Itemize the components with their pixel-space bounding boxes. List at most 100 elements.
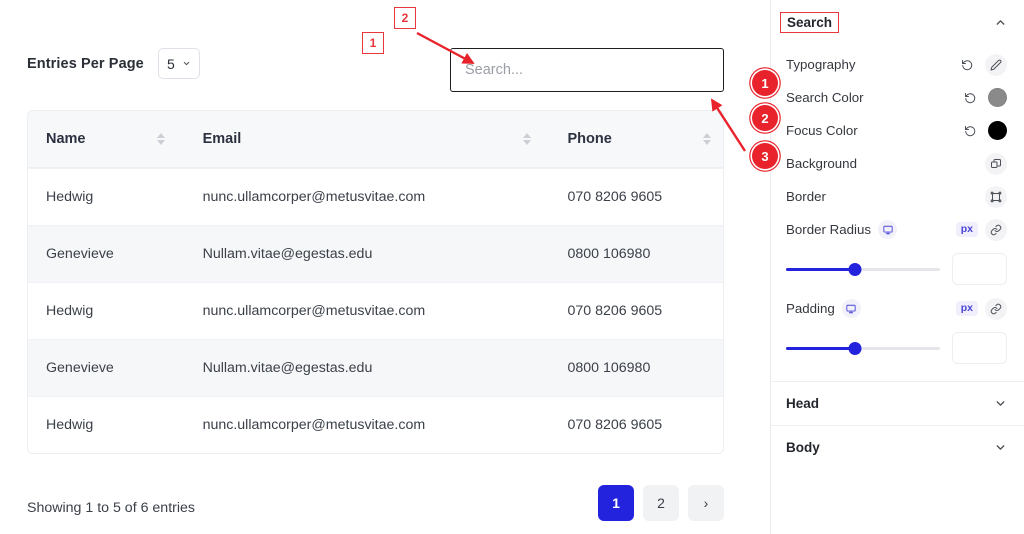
reset-icon[interactable] xyxy=(959,87,981,109)
desktop-icon[interactable] xyxy=(841,299,861,318)
table-row: Hedwig nunc.ullamcorper@metusvitae.com 0… xyxy=(28,396,723,453)
cell-phone: 070 8206 9605 xyxy=(567,303,663,319)
entries-summary: Showing 1 to 5 of 6 entries xyxy=(27,500,195,516)
main-content-pane: Entries Per Page 5 Name Email Phone xyxy=(0,0,770,534)
table-row: Hedwig nunc.ullamcorper@metusvitae.com 0… xyxy=(28,282,723,339)
border-icon[interactable] xyxy=(985,185,1007,208)
column-label-phone: Phone xyxy=(567,131,612,147)
unit-badge-px[interactable]: px xyxy=(955,301,978,316)
setting-label-border-radius: Border Radius xyxy=(786,220,897,239)
setting-row-border: Border xyxy=(771,180,1024,213)
annotation-marker-1: 1 xyxy=(362,32,384,54)
slider-row-padding xyxy=(771,325,1024,371)
setting-row-focus-color: Focus Color xyxy=(771,114,1024,147)
slider-thumb[interactable] xyxy=(848,341,862,355)
table-header-phone[interactable]: Phone xyxy=(549,111,723,167)
cell-email: nunc.ullamcorper@metusvitae.com xyxy=(202,417,426,433)
border-radius-value-input[interactable] xyxy=(952,253,1007,285)
search-input[interactable] xyxy=(450,48,724,92)
table-row: Hedwig nunc.ullamcorper@metusvitae.com 0… xyxy=(28,168,723,225)
section-title-search: Search xyxy=(780,11,840,33)
reset-icon[interactable] xyxy=(956,54,978,76)
setting-label-background: Background xyxy=(786,156,857,171)
cell-name: Hedwig xyxy=(46,417,94,433)
slider-row-border-radius xyxy=(771,246,1024,292)
setting-row-typography: Typography xyxy=(771,48,1024,81)
setting-controls-border xyxy=(985,185,1007,208)
table-row: Genevieve Nullam.vitae@egestas.edu 0800 … xyxy=(28,225,723,282)
pagination: 1 2 › xyxy=(598,485,724,521)
entries-per-page-select[interactable]: 5 xyxy=(157,48,200,79)
section-header-search[interactable]: Search xyxy=(771,0,1024,44)
settings-sidebar: Search Typography Search Color Focus Col… xyxy=(770,0,1024,534)
table-header-email[interactable]: Email xyxy=(181,111,550,167)
sort-icon-name[interactable] xyxy=(156,133,165,145)
unit-badge-px[interactable]: px xyxy=(955,222,978,237)
chevron-up-icon[interactable] xyxy=(994,16,1007,29)
cell-email: Nullam.vitae@egestas.edu xyxy=(202,360,373,376)
setting-label-border-radius-text: Border Radius xyxy=(786,222,871,237)
color-swatch-search-color[interactable] xyxy=(988,88,1007,107)
table-row: Genevieve Nullam.vitae@egestas.edu 0800 … xyxy=(28,339,723,396)
link-icon[interactable] xyxy=(985,218,1007,241)
sort-icon-email[interactable] xyxy=(523,133,532,145)
cell-name: Hedwig xyxy=(46,189,94,205)
pagination-page-2[interactable]: 2 xyxy=(643,485,679,521)
chevron-down-icon[interactable] xyxy=(994,441,1007,454)
pagination-next-button[interactable]: › xyxy=(688,485,724,521)
setting-label-focus-color: Focus Color xyxy=(786,123,858,138)
layers-icon[interactable] xyxy=(985,152,1007,175)
reset-icon[interactable] xyxy=(959,120,981,142)
entries-per-page-label: Entries Per Page xyxy=(27,55,144,72)
cell-email: nunc.ullamcorper@metusvitae.com xyxy=(202,189,426,205)
section-header-body[interactable]: Body xyxy=(771,425,1024,469)
table-header-name[interactable]: Name xyxy=(28,111,181,167)
section-header-head[interactable]: Head xyxy=(771,381,1024,425)
color-swatch-focus-color[interactable] xyxy=(988,121,1007,140)
sort-icon-phone[interactable] xyxy=(703,133,711,145)
setting-label-search-color: Search Color xyxy=(786,90,864,105)
setting-label-padding: Padding xyxy=(786,299,861,318)
column-label-name: Name xyxy=(46,131,86,147)
cell-phone: 0800 106980 xyxy=(567,246,651,262)
settings-rows: Typography Search Color Focus Color Back… xyxy=(771,44,1024,381)
cell-phone: 070 8206 9605 xyxy=(567,417,663,433)
cell-phone: 070 8206 9605 xyxy=(567,189,663,205)
setting-row-background: Background xyxy=(771,147,1024,180)
setting-row-border-radius: Border Radius px xyxy=(771,213,1024,246)
cell-phone: 0800 106980 xyxy=(567,360,651,376)
desktop-icon[interactable] xyxy=(878,220,897,239)
setting-controls-search-color xyxy=(959,87,1007,109)
setting-label-border: Border xyxy=(786,189,826,204)
pagination-page-1[interactable]: 1 xyxy=(598,485,634,521)
slider-padding[interactable] xyxy=(786,339,940,357)
table-footer: Showing 1 to 5 of 6 entries 1 2 › xyxy=(27,485,724,529)
cell-name: Hedwig xyxy=(46,303,94,319)
screenshot-root: Entries Per Page 5 Name Email Phone xyxy=(0,0,1024,534)
search-field-wrapper xyxy=(450,48,724,92)
cell-email: Nullam.vitae@egestas.edu xyxy=(202,246,373,262)
setting-controls-typography xyxy=(956,53,1007,76)
chevron-down-icon xyxy=(183,61,189,66)
annotation-marker-2: 2 xyxy=(394,7,416,29)
slider-thumb[interactable] xyxy=(848,262,862,276)
slider-border-radius[interactable] xyxy=(786,260,940,278)
setting-row-search-color: Search Color xyxy=(771,81,1024,114)
cell-email: nunc.ullamcorper@metusvitae.com xyxy=(202,303,426,319)
data-table: Name Email Phone Hedwig nunc.ullamcorper… xyxy=(27,110,724,454)
edit-icon[interactable] xyxy=(985,53,1007,76)
section-title-head: Head xyxy=(786,396,820,411)
slider-fill xyxy=(786,347,856,350)
column-label-email: Email xyxy=(202,131,242,147)
setting-label-padding-text: Padding xyxy=(786,301,835,316)
annotation-badge-1: 1 xyxy=(752,70,778,96)
setting-controls-background xyxy=(985,152,1007,175)
slider-fill xyxy=(786,268,856,271)
cell-name: Genevieve xyxy=(46,360,114,376)
chevron-down-icon[interactable] xyxy=(994,397,1007,410)
table-toolbar: Entries Per Page 5 xyxy=(27,48,200,79)
link-icon[interactable] xyxy=(985,297,1007,320)
annotation-badge-3: 3 xyxy=(752,143,778,169)
setting-controls-border-radius: px xyxy=(955,218,1007,241)
padding-value-input[interactable] xyxy=(952,332,1007,364)
